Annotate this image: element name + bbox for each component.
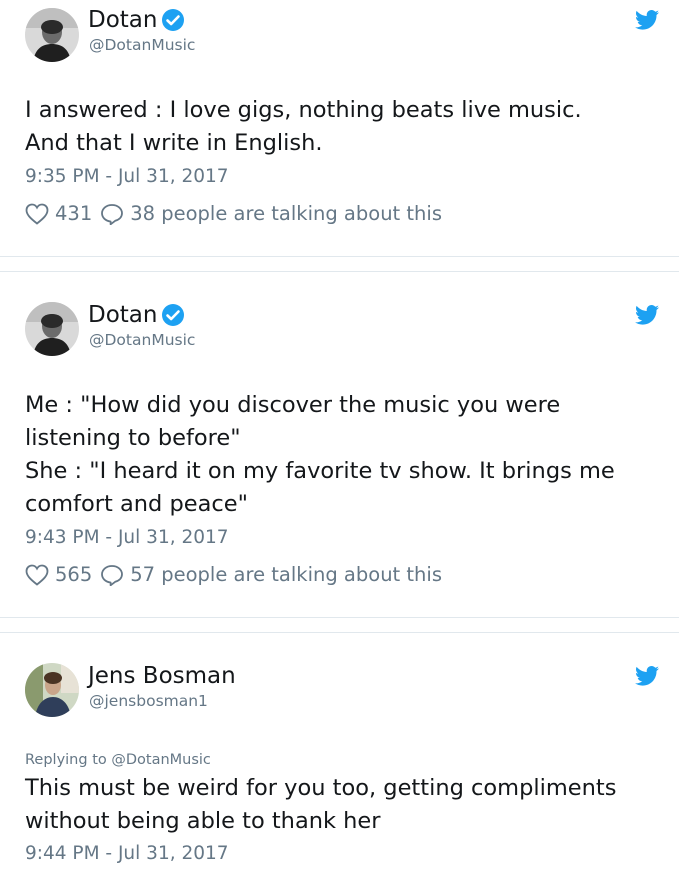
tweet-separator (0, 618, 679, 633)
tweet-card[interactable]: Dotan @DotanMusic I answered : I love gi… (0, 0, 679, 257)
tweet-timestamp[interactable]: 9:35 PM - Jul 31, 2017 (25, 166, 229, 187)
tweet-text: I answered : I love gigs, nothing beats … (25, 97, 582, 156)
talking-count[interactable]: 38 people are talking about this (130, 202, 442, 225)
verified-badge-icon (162, 9, 185, 31)
heart-icon[interactable] (25, 564, 49, 586)
tweet-actions: 565 57 people are talking about this (25, 563, 442, 586)
tweet-text: This must be weird for you too, getting … (25, 775, 617, 834)
tweet-card[interactable]: Jens Bosman @jensbosman1 Replying to @Do… (0, 633, 679, 869)
tweet-timestamp[interactable]: 9:44 PM - Jul 31, 2017 (25, 843, 229, 864)
avatar[interactable] (25, 302, 79, 356)
display-name[interactable]: Dotan (88, 301, 157, 329)
reply-bubble-icon[interactable] (100, 203, 124, 225)
tweet-timestamp[interactable]: 9:43 PM - Jul 31, 2017 (25, 527, 229, 548)
user-handle[interactable]: @DotanMusic (89, 331, 195, 349)
tweet-card[interactable]: Dotan @DotanMusic Me : "How did you disc… (0, 272, 679, 618)
display-name[interactable]: Jens Bosman (88, 662, 236, 690)
heart-icon[interactable] (25, 203, 49, 225)
tweet-actions: 431 38 people are talking about this (25, 202, 442, 225)
user-handle[interactable]: @DotanMusic (89, 36, 195, 54)
display-name[interactable]: Dotan (88, 6, 157, 34)
twitter-bird-icon[interactable] (635, 666, 659, 686)
twitter-bird-icon[interactable] (635, 305, 659, 325)
avatar[interactable] (25, 8, 79, 62)
verified-badge-icon (162, 304, 185, 326)
reply-bubble-icon[interactable] (100, 564, 124, 586)
twitter-bird-icon[interactable] (635, 10, 659, 30)
talking-count[interactable]: 57 people are talking about this (130, 563, 442, 586)
avatar[interactable] (25, 663, 79, 717)
replying-to-label[interactable]: Replying to @DotanMusic (25, 752, 211, 768)
like-count[interactable]: 431 (55, 202, 92, 225)
tweet-separator (0, 257, 679, 272)
user-handle[interactable]: @jensbosman1 (89, 692, 208, 710)
like-count[interactable]: 565 (55, 563, 92, 586)
tweet-text: Me : "How did you discover the music you… (25, 392, 615, 517)
